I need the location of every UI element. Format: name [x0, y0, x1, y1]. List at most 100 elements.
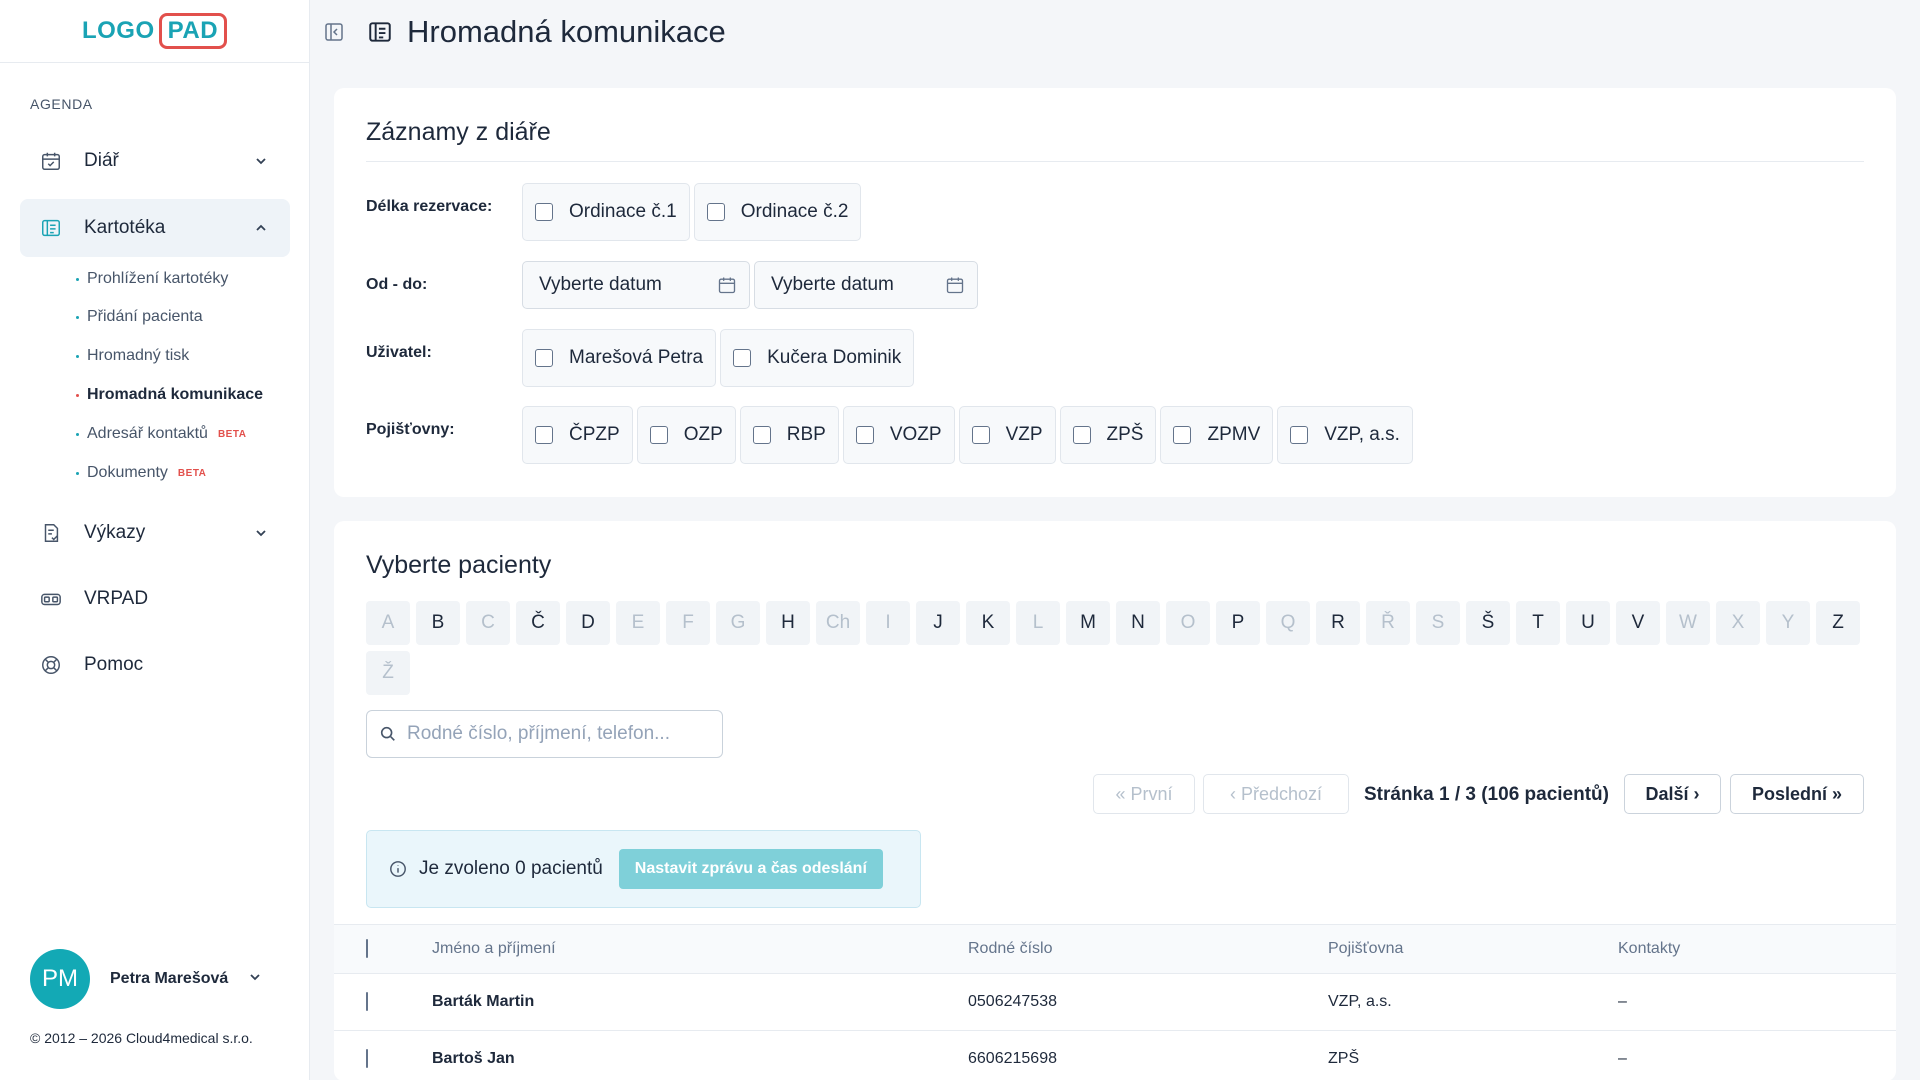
sidebar-collapse-icon[interactable] [319, 17, 349, 47]
insurance-checkbox-zpmv[interactable]: ZPMV [1160, 406, 1274, 464]
next-page-button[interactable]: Další › [1624, 774, 1721, 814]
calendar-icon [717, 275, 737, 301]
checkbox-icon [649, 426, 668, 444]
letter-filter-button[interactable]: Y [1766, 601, 1810, 645]
select-all-checkbox[interactable] [366, 939, 368, 958]
divider [366, 161, 1864, 162]
letter-filter-button[interactable]: Ř [1366, 601, 1410, 645]
letter-filter-button[interactable]: U [1566, 601, 1610, 645]
sidebar-item-vrpad[interactable]: VRPAD [20, 570, 290, 628]
last-page-button[interactable]: Poslední » [1730, 774, 1864, 814]
room-checkbox-1[interactable]: Ordinace č.1 [522, 183, 690, 241]
calendar-icon [38, 148, 64, 174]
letter-filter-button[interactable]: Z [1816, 601, 1860, 645]
letter-filter-button[interactable]: M [1066, 601, 1110, 645]
patient-rc: 0506247538 [968, 993, 1057, 1010]
first-page-button[interactable]: « První [1093, 774, 1195, 814]
sidebar-subitem-tisk[interactable]: Hromadný tisk [76, 347, 189, 365]
letter-filter-button[interactable]: F [666, 601, 710, 645]
prev-page-button[interactable]: ‹ Předchozí [1203, 774, 1349, 814]
letter-filter-button[interactable]: D [566, 601, 610, 645]
user-checkboxes: Marešová Petra Kučera Dominik [522, 329, 918, 387]
letter-filter-button[interactable]: C [466, 601, 510, 645]
bullet-icon [76, 393, 79, 397]
checkbox-label: OZP [683, 424, 723, 445]
letter-filter-button[interactable]: O [1166, 601, 1210, 645]
checkbox-icon [535, 203, 553, 221]
patient-insurance: VZP, a.s. [1328, 993, 1392, 1010]
sidebar-item-vykazy[interactable]: Výkazy [20, 504, 290, 562]
letter-filter-button[interactable]: J [916, 601, 960, 645]
letter-filter-button[interactable]: A [366, 601, 410, 645]
letter-filter-button[interactable]: L [1016, 601, 1060, 645]
letter-filter-button[interactable]: N [1116, 601, 1160, 645]
insurance-checkbox-vozp[interactable]: VOZP [842, 406, 955, 464]
search-icon [379, 725, 397, 743]
sidebar-subitem-adresar[interactable]: Adresář kontaktů BETA [76, 425, 246, 443]
search-input[interactable] [407, 723, 707, 745]
insurance-checkbox-vzp[interactable]: VZP [958, 406, 1056, 464]
letter-filter-button[interactable]: Č [516, 601, 560, 645]
date-to-input[interactable]: Vyberte datum [754, 261, 978, 309]
checkbox-icon [971, 426, 990, 444]
column-rc: Rodné číslo [968, 940, 1053, 957]
letter-filter-button[interactable]: R [1316, 601, 1360, 645]
checkbox-label: VZP [1005, 424, 1043, 445]
insurance-checkbox-vzp-as[interactable]: VZP, a.s. [1277, 406, 1413, 464]
letter-filter-button[interactable]: E [616, 601, 660, 645]
letter-filter-button[interactable]: I [866, 601, 910, 645]
date-to-placeholder: Vyberte datum [771, 274, 894, 295]
insurance-checkbox-ozp[interactable]: OZP [636, 406, 736, 464]
sidebar-subitem-komunikace[interactable]: Hromadná komunikace [76, 386, 263, 404]
bullet-icon [76, 432, 79, 436]
chevron-up-icon [254, 219, 268, 241]
sidebar-item-pomoc[interactable]: Pomoc [20, 636, 290, 694]
sidebar-item-label: Kartotéka [84, 217, 166, 238]
table-row[interactable]: Bartoš Jan 6606215698 ZPŠ – [334, 1031, 1896, 1080]
row-checkbox[interactable] [366, 992, 368, 1011]
checkbox-label: Kučera Dominik [767, 347, 902, 368]
sidebar-subitem-label: Dokumenty [87, 464, 168, 481]
patient-rc: 6606215698 [968, 1050, 1057, 1067]
letter-filter-button[interactable]: Ch [816, 601, 860, 645]
letter-filter-button[interactable]: S [1416, 601, 1460, 645]
sidebar-subitem-prohlizeni[interactable]: Prohlížení kartotéky [76, 270, 228, 288]
letter-filter-button[interactable]: Ž [366, 651, 410, 695]
selection-info: Je zvoleno 0 pacientů Nastavit zprávu a … [366, 830, 921, 908]
insurance-checkbox-zps[interactable]: ZPŠ [1059, 406, 1157, 464]
sidebar-subitem-pridani[interactable]: Přidání pacienta [76, 308, 203, 326]
letter-filter-button[interactable]: X [1716, 601, 1760, 645]
letter-filter-button[interactable]: W [1666, 601, 1710, 645]
sidebar-subitem-label: Adresář kontaktů [87, 425, 208, 442]
letter-filter-button[interactable]: K [966, 601, 1010, 645]
user-menu[interactable]: PM Petra Marešová [30, 949, 262, 1009]
user-checkbox-kucera[interactable]: Kučera Dominik [720, 329, 915, 387]
page-title: Hromadná komunikace [407, 13, 726, 49]
letter-filter-button[interactable]: G [716, 601, 760, 645]
letter-filter-button[interactable]: Š [1466, 601, 1510, 645]
sidebar-subitem-label: Hromadný tisk [87, 347, 190, 364]
cards-icon [38, 215, 64, 241]
checkbox-icon [366, 939, 368, 958]
row-checkbox[interactable] [366, 1049, 368, 1068]
letter-filter-button[interactable]: V [1616, 601, 1660, 645]
sidebar-item-kartoteka[interactable]: Kartotéka [20, 199, 290, 257]
checkbox-icon [366, 1049, 368, 1068]
letter-filter-button[interactable]: H [766, 601, 810, 645]
logo-text-2: PAD [158, 13, 228, 49]
date-from-input[interactable]: Vyberte datum [522, 261, 750, 309]
sidebar-subitem-dokumenty[interactable]: Dokumenty BETA [76, 464, 206, 482]
insurance-checkbox-rbp[interactable]: RBP [739, 406, 839, 464]
logo[interactable]: LOGO PAD [82, 13, 228, 49]
set-message-button[interactable]: Nastavit zprávu a čas odeslání [618, 849, 883, 889]
letter-filter-button[interactable]: P [1216, 601, 1260, 645]
letter-filter-button[interactable]: Q [1266, 601, 1310, 645]
chevron-down-icon [248, 970, 262, 989]
letter-filter-button[interactable]: B [416, 601, 460, 645]
sidebar-item-diar[interactable]: Diář [20, 132, 290, 190]
user-checkbox-maresova[interactable]: Marešová Petra [522, 329, 717, 387]
room-checkbox-2[interactable]: Ordinace č.2 [693, 183, 862, 241]
table-row[interactable]: Barták Martin 0506247538 VZP, a.s. – [334, 974, 1896, 1031]
insurance-checkbox-cpzp[interactable]: ČPZP [522, 406, 633, 464]
letter-filter-button[interactable]: T [1516, 601, 1560, 645]
